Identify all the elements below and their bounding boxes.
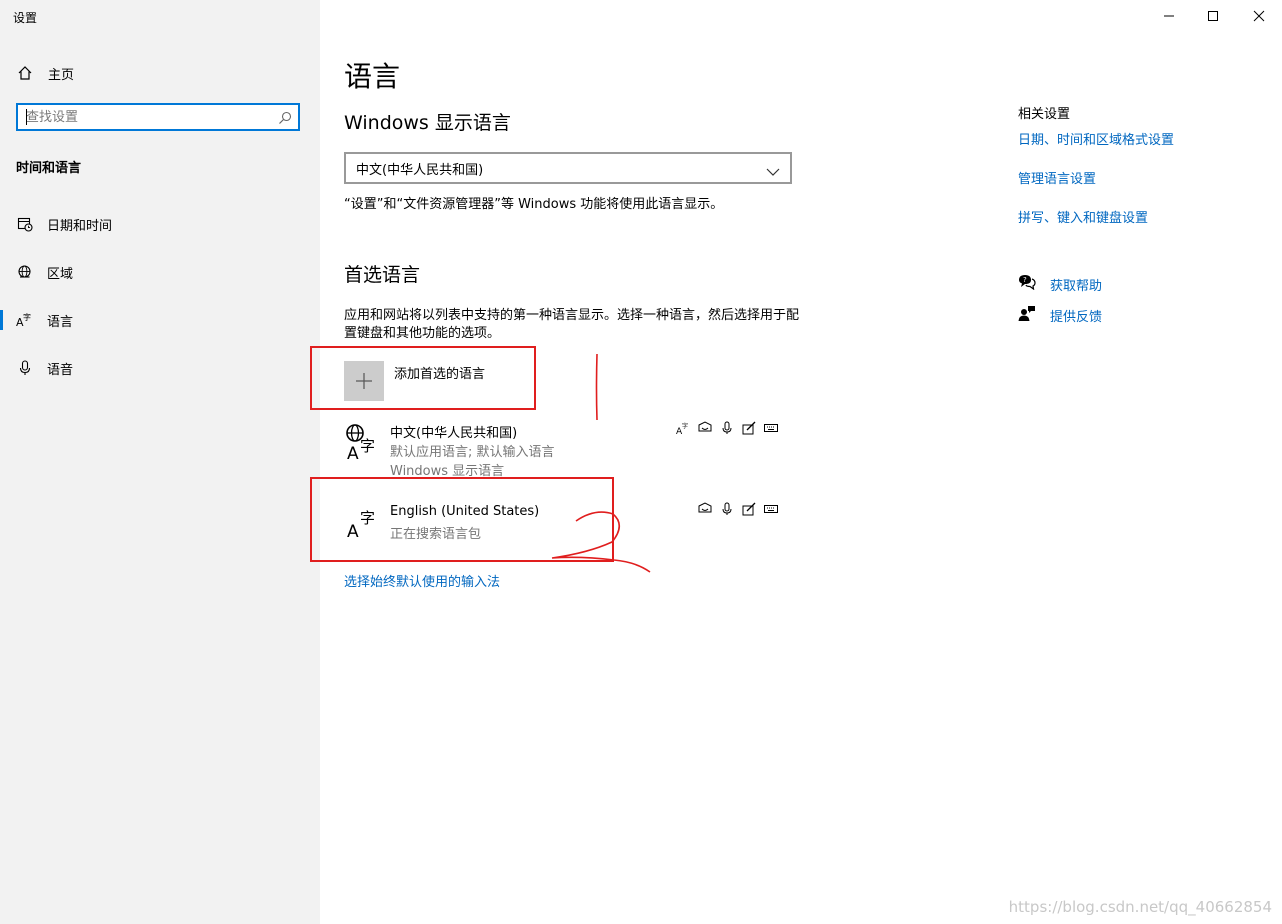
sidebar-item-speech[interactable]: 语音 bbox=[0, 350, 320, 386]
svg-text:?: ? bbox=[1023, 276, 1027, 284]
annotation-mark-1 bbox=[595, 353, 598, 421]
globe-language-icon: A 字 bbox=[344, 422, 384, 464]
sidebar-item-date-time[interactable]: 日期和时间 bbox=[0, 206, 320, 242]
microphone-icon bbox=[16, 359, 34, 377]
sidebar: 设置 主页 时间和语言 日期和时间 区域 A字 语言 bbox=[0, 0, 320, 924]
language-feature-icons bbox=[698, 502, 778, 516]
calendar-clock-icon bbox=[16, 215, 34, 233]
chevron-down-icon bbox=[766, 162, 780, 181]
watermark: https://blog.csdn.net/qq_40662854 bbox=[1008, 898, 1272, 916]
speech-icon bbox=[720, 421, 734, 435]
nav-home-label: 主页 bbox=[48, 67, 75, 83]
preferred-languages-heading: 首选语言 bbox=[344, 264, 421, 286]
search-box[interactable] bbox=[16, 103, 300, 131]
text-to-speech-icon bbox=[698, 421, 712, 435]
maximize-button[interactable] bbox=[1190, 0, 1236, 32]
minimize-button[interactable] bbox=[1146, 0, 1192, 32]
sidebar-item-language[interactable]: A字 语言 bbox=[0, 302, 320, 338]
annotation-mark-2 bbox=[551, 511, 651, 573]
search-input[interactable] bbox=[26, 108, 266, 126]
text-caret bbox=[26, 109, 27, 125]
annotation-box-add-language bbox=[310, 346, 536, 410]
keyboard-icon bbox=[764, 421, 778, 435]
svg-text:字: 字 bbox=[23, 312, 31, 322]
display-language-description: “设置”和“文件资源管理器”等 Windows 功能将使用此语言显示。 bbox=[344, 197, 724, 212]
sidebar-item-label: 语言 bbox=[47, 314, 74, 330]
get-help-label: 获取帮助 bbox=[1050, 278, 1103, 294]
link-manage-language[interactable]: 管理语言设置 bbox=[1018, 168, 1096, 187]
related-settings-title: 相关设置 bbox=[1018, 107, 1071, 122]
globe-icon bbox=[16, 263, 34, 281]
link-spelling-typing-keyboard[interactable]: 拼写、键入和键盘设置 bbox=[1018, 207, 1148, 226]
speech-icon bbox=[720, 502, 734, 516]
nav-home[interactable]: 主页 bbox=[0, 55, 320, 91]
link-date-time-format[interactable]: 日期、时间和区域格式设置 bbox=[1018, 129, 1174, 148]
feedback-label: 提供反馈 bbox=[1050, 309, 1103, 325]
preferred-languages-description: 应用和网站将以列表中支持的第一种语言显示。选择一种语言，然后选择用于配置键盘和其… bbox=[344, 308, 800, 341]
input-method-link[interactable]: 选择始终默认使用的输入法 bbox=[344, 571, 500, 590]
dropdown-value: 中文(中华人民共和国) bbox=[356, 163, 484, 178]
sidebar-item-label: 日期和时间 bbox=[47, 218, 113, 234]
sidebar-item-region[interactable]: 区域 bbox=[0, 254, 320, 290]
home-icon bbox=[16, 64, 34, 82]
feedback-person-icon bbox=[1018, 305, 1036, 325]
feedback-link[interactable]: 提供反馈 bbox=[1018, 305, 1102, 325]
svg-text:A: A bbox=[347, 444, 359, 462]
sidebar-item-label: 区域 bbox=[47, 266, 74, 282]
annotation-marks bbox=[551, 353, 651, 573]
language-status: 默认应用语言; 默认输入语言 bbox=[390, 445, 555, 460]
display-language-icon: A字 bbox=[676, 421, 690, 435]
app-title: 设置 bbox=[13, 11, 38, 25]
keyboard-icon bbox=[764, 502, 778, 516]
svg-text:字: 字 bbox=[360, 437, 375, 455]
language-icon: A字 bbox=[16, 311, 34, 329]
text-to-speech-icon bbox=[698, 502, 712, 516]
section-title: 时间和语言 bbox=[16, 161, 82, 176]
display-language-dropdown[interactable]: 中文(中华人民共和国) bbox=[344, 152, 792, 184]
help-chat-icon: ? bbox=[1018, 274, 1036, 294]
get-help-link[interactable]: ? 获取帮助 bbox=[1018, 274, 1102, 294]
handwriting-icon bbox=[742, 502, 756, 516]
sidebar-item-label: 语音 bbox=[47, 362, 74, 378]
display-language-heading: Windows 显示语言 bbox=[344, 112, 511, 134]
search-icon[interactable] bbox=[278, 110, 292, 129]
handwriting-icon bbox=[742, 421, 756, 435]
page-title: 语言 bbox=[344, 60, 401, 93]
language-feature-icons: A字 bbox=[676, 421, 778, 435]
language-name: 中文(中华人民共和国) bbox=[390, 426, 518, 441]
close-icon bbox=[1253, 7, 1265, 26]
maximize-icon bbox=[1207, 7, 1219, 26]
svg-text:字: 字 bbox=[682, 422, 688, 430]
minimize-icon bbox=[1163, 7, 1175, 26]
close-button[interactable] bbox=[1236, 0, 1282, 32]
